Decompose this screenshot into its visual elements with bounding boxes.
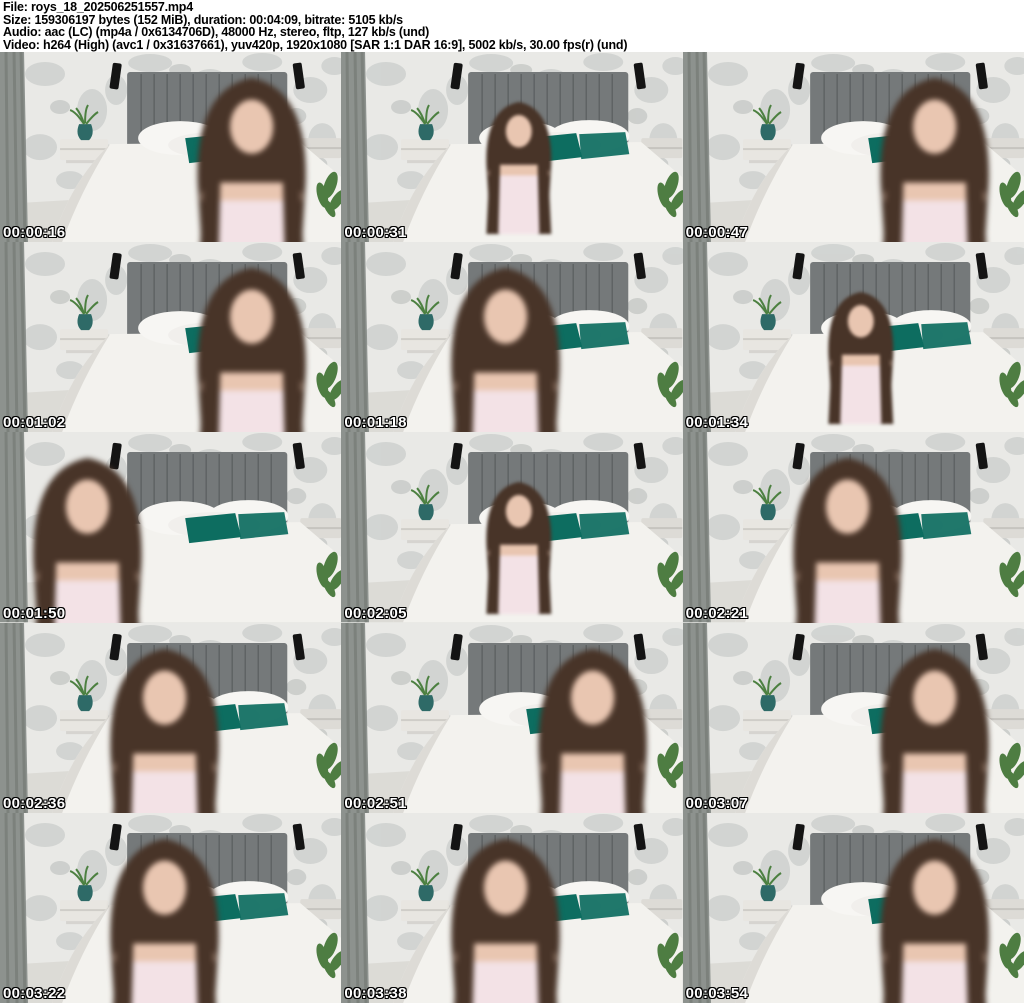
- plant-vase: [760, 694, 776, 711]
- video-thumbnail: 00:01:18: [341, 242, 683, 433]
- curtain: [0, 242, 29, 433]
- thumbnail-image: [682, 242, 1024, 433]
- timestamp-overlay: 00:00:47: [685, 224, 749, 242]
- timestamp-overlay: 00:01:50: [3, 604, 66, 622]
- video-thumbnail: 00:02:05: [341, 432, 683, 623]
- curtain: [0, 52, 29, 243]
- timestamp-overlay: 00:01:02: [3, 414, 66, 432]
- plant-vase: [418, 694, 435, 711]
- video-thumbnail: 00:01:34: [682, 242, 1024, 433]
- video-line: Video: h264 (High) (avc1 / 0x31637661), …: [3, 37, 628, 52]
- video-thumbnail: 00:03:07: [682, 622, 1024, 813]
- plant-vase: [77, 124, 93, 141]
- plant-vase: [760, 314, 776, 331]
- plant-vase: [418, 884, 435, 901]
- curtain: [0, 432, 29, 623]
- thumbnail-image: [0, 52, 342, 243]
- thumbnail-image: [341, 622, 683, 813]
- thumbnail-image: [0, 242, 342, 433]
- plant-vase: [77, 694, 93, 711]
- curtain: [682, 52, 711, 243]
- timestamp-overlay: 00:02:51: [344, 794, 407, 812]
- video-thumbnail: 00:02:51: [341, 622, 683, 813]
- video-thumbnail: 00:00:31: [341, 52, 683, 243]
- plant-vase: [760, 124, 776, 141]
- plant-vase: [77, 884, 93, 901]
- curtain: [682, 432, 711, 623]
- video-thumbnail: 00:01:50: [0, 432, 342, 623]
- figure-silhouette: [486, 102, 552, 234]
- plant-vase: [77, 314, 93, 331]
- thumbnail-image: [341, 432, 683, 623]
- timestamp-overlay: 00:03:07: [685, 794, 749, 812]
- timestamp-overlay: 00:00:16: [3, 224, 66, 242]
- video-thumbnail: 00:02:21: [682, 432, 1024, 623]
- plant-vase: [760, 504, 776, 521]
- file-line: File: roys_18_202506251557.mp4: [3, 0, 193, 14]
- thumbnail-image: [682, 812, 1024, 1003]
- video-thumbnail: 00:00:16: [0, 52, 342, 243]
- plant-vase: [418, 124, 435, 141]
- timestamp-overlay: 00:03:38: [344, 984, 407, 1002]
- thumbnail-image: [341, 242, 683, 433]
- thumbnail-image: [0, 622, 342, 813]
- curtain: [682, 622, 711, 813]
- timestamp-overlay: 00:00:31: [344, 224, 407, 242]
- curtain: [682, 812, 711, 1003]
- plant-vase: [418, 314, 435, 331]
- thumbnail-grid: 00:00:16 00:00:31 00:00:47 00:01:02 00:0…: [0, 52, 1024, 1003]
- curtain: [341, 622, 370, 813]
- file-info-header: File: roys_18_202506251557.mp4 Size: 159…: [0, 0, 1024, 52]
- figure-silhouette: [827, 292, 893, 425]
- timestamp-overlay: 00:02:21: [685, 604, 749, 622]
- audio-line: Audio: aac (LC) (mp4a / 0x6134706D), 480…: [3, 25, 430, 40]
- timestamp-overlay: 00:01:34: [685, 414, 749, 432]
- timestamp-overlay: 00:03:54: [685, 984, 749, 1002]
- thumbnail-image: [341, 52, 683, 243]
- video-thumbnail: 00:03:38: [341, 812, 683, 1003]
- curtain: [341, 52, 370, 243]
- thumbnail-image: [682, 622, 1024, 813]
- video-thumbnail: 00:03:22: [0, 812, 342, 1003]
- timestamp-overlay: 00:01:18: [344, 414, 407, 432]
- video-thumbnail: 00:00:47: [682, 52, 1024, 243]
- video-thumbnail: 00:01:02: [0, 242, 342, 433]
- timestamp-overlay: 00:02:05: [344, 604, 407, 622]
- timestamp-overlay: 00:03:22: [3, 984, 66, 1002]
- curtain: [0, 812, 29, 1003]
- curtain: [341, 432, 370, 623]
- thumbnail-image: [0, 812, 342, 1003]
- thumbnail-image: [0, 432, 342, 623]
- timestamp-overlay: 00:02:36: [3, 794, 66, 812]
- plant-vase: [760, 884, 776, 901]
- video-thumbnail: 00:03:54: [682, 812, 1024, 1003]
- thumbnail-image: [341, 812, 683, 1003]
- thumbnail-image: [682, 432, 1024, 623]
- thumbnail-image: [682, 52, 1024, 243]
- curtain: [341, 812, 370, 1003]
- video-thumbnail: 00:02:36: [0, 622, 342, 813]
- figure-silhouette: [486, 482, 552, 615]
- curtain: [0, 622, 29, 813]
- curtain: [682, 242, 711, 433]
- curtain: [341, 242, 370, 433]
- plant-vase: [418, 504, 435, 521]
